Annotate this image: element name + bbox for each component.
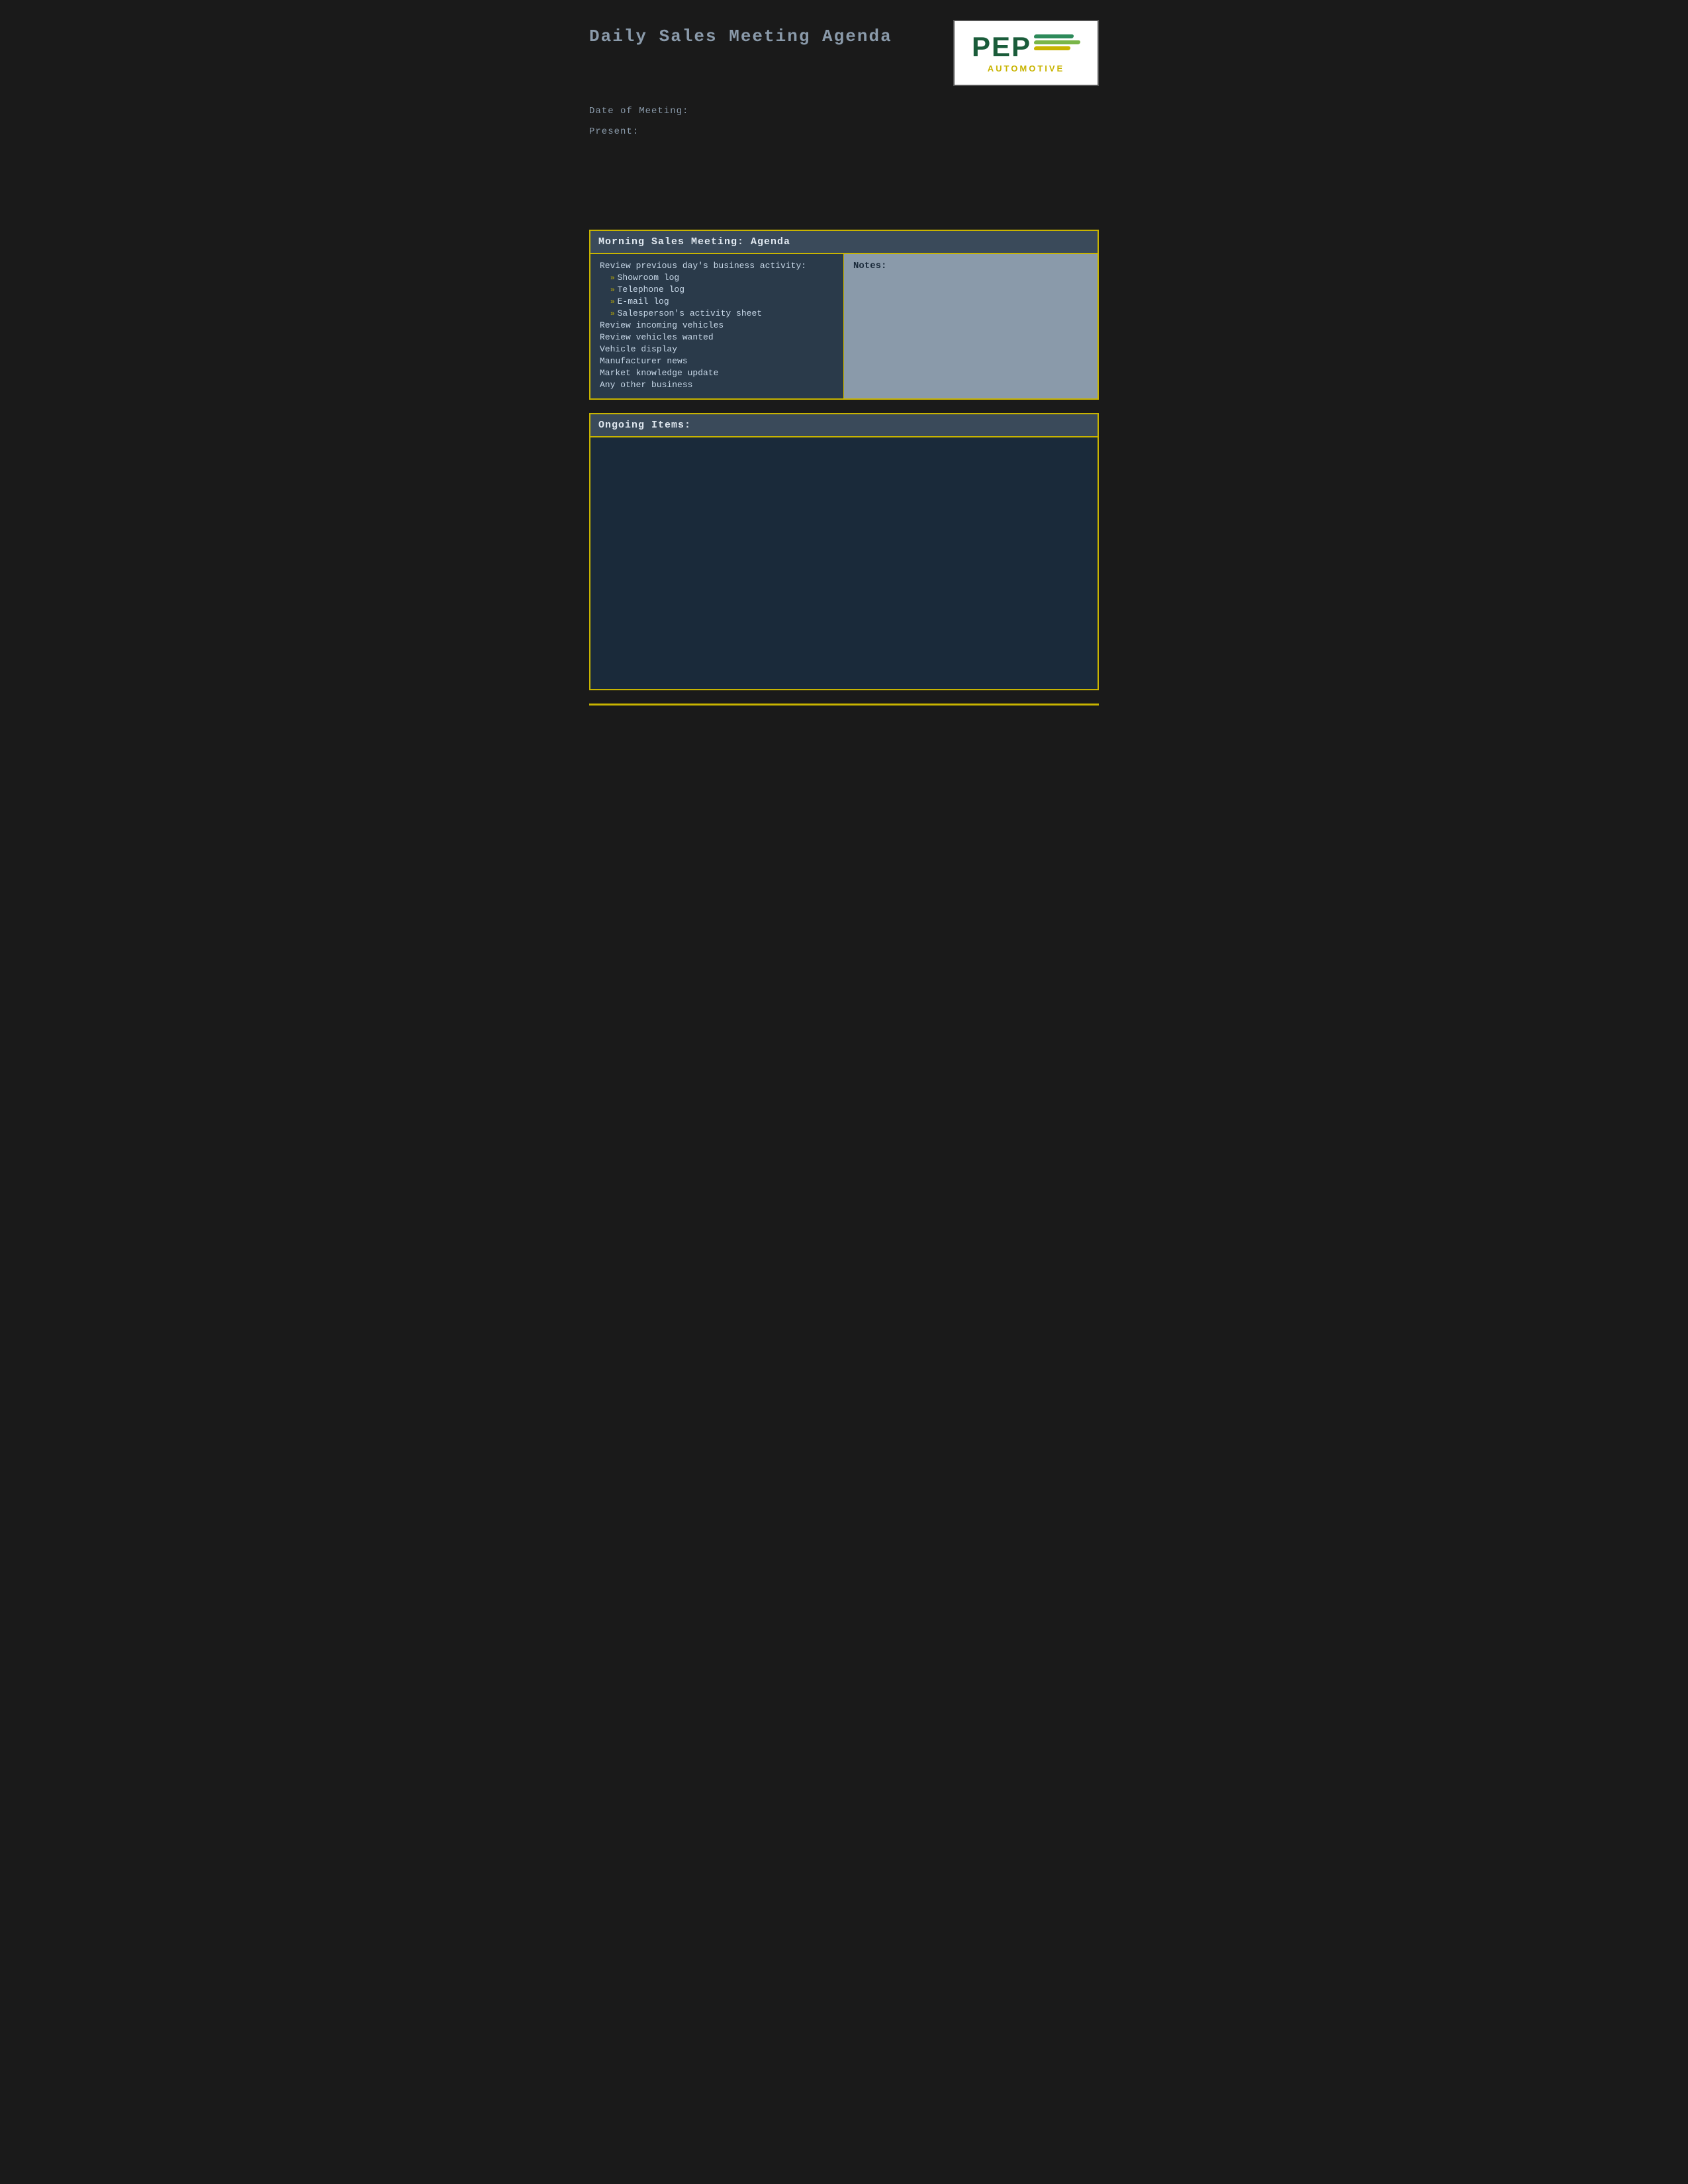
header: Daily Sales Meeting Agenda PEP AUTOMOTIV… — [589, 20, 1099, 86]
ongoing-section: Ongoing Items: — [589, 413, 1099, 690]
notes-column: Notes: — [844, 254, 1098, 398]
sub-item-salesperson: »Salesperson's activity sheet — [600, 308, 834, 318]
bullet-arrow-1: » — [610, 275, 615, 283]
bullet-arrow-3: » — [610, 298, 615, 306]
notes-label: Notes: — [853, 261, 1088, 271]
sub-item-telephone: »Telephone log — [600, 285, 834, 295]
logo-swoosh — [1034, 34, 1080, 52]
meta-section: Date of Meeting: Present: — [589, 106, 1099, 137]
logo-pep-row: PEP — [972, 33, 1080, 61]
swoosh-line-1 — [1033, 34, 1074, 38]
main-item-4: Market knowledge update — [600, 368, 834, 378]
morning-section-body: Review previous day's business activity:… — [590, 254, 1098, 398]
present-label: Present: — [589, 126, 1099, 137]
logo-pep-text: PEP — [972, 33, 1031, 61]
bullet-arrow-2: » — [610, 287, 615, 295]
logo-box: PEP AUTOMOTIVE — [953, 20, 1099, 86]
main-item-5: Any other business — [600, 380, 834, 390]
sub-item-email: »E-mail log — [600, 296, 834, 306]
swoosh-line-3 — [1033, 46, 1070, 50]
morning-section: Morning Sales Meeting: Agenda Review pre… — [589, 230, 1099, 400]
date-label: Date of Meeting: — [589, 106, 1099, 116]
main-item-1: Review vehicles wanted — [600, 332, 834, 342]
page: Daily Sales Meeting Agenda PEP AUTOMOTIV… — [563, 0, 1125, 732]
main-item-0: Review incoming vehicles — [600, 320, 834, 330]
bottom-border — [589, 704, 1099, 705]
agenda-intro: Review previous day's business activity: — [600, 261, 834, 271]
swoosh-line-2 — [1033, 40, 1080, 44]
sub-item-showroom: »Showroom log — [600, 273, 834, 283]
ongoing-section-header: Ongoing Items: — [590, 414, 1098, 437]
main-item-2: Vehicle display — [600, 344, 834, 354]
logo-automotive-text: AUTOMOTIVE — [988, 64, 1064, 73]
morning-section-header: Morning Sales Meeting: Agenda — [590, 231, 1098, 254]
page-title: Daily Sales Meeting Agenda — [589, 26, 892, 46]
bullet-arrow-4: » — [610, 310, 615, 318]
agenda-column: Review previous day's business activity:… — [590, 254, 844, 398]
spacer — [589, 150, 1099, 230]
ongoing-section-body — [590, 437, 1098, 689]
main-item-3: Manufacturer news — [600, 356, 834, 366]
